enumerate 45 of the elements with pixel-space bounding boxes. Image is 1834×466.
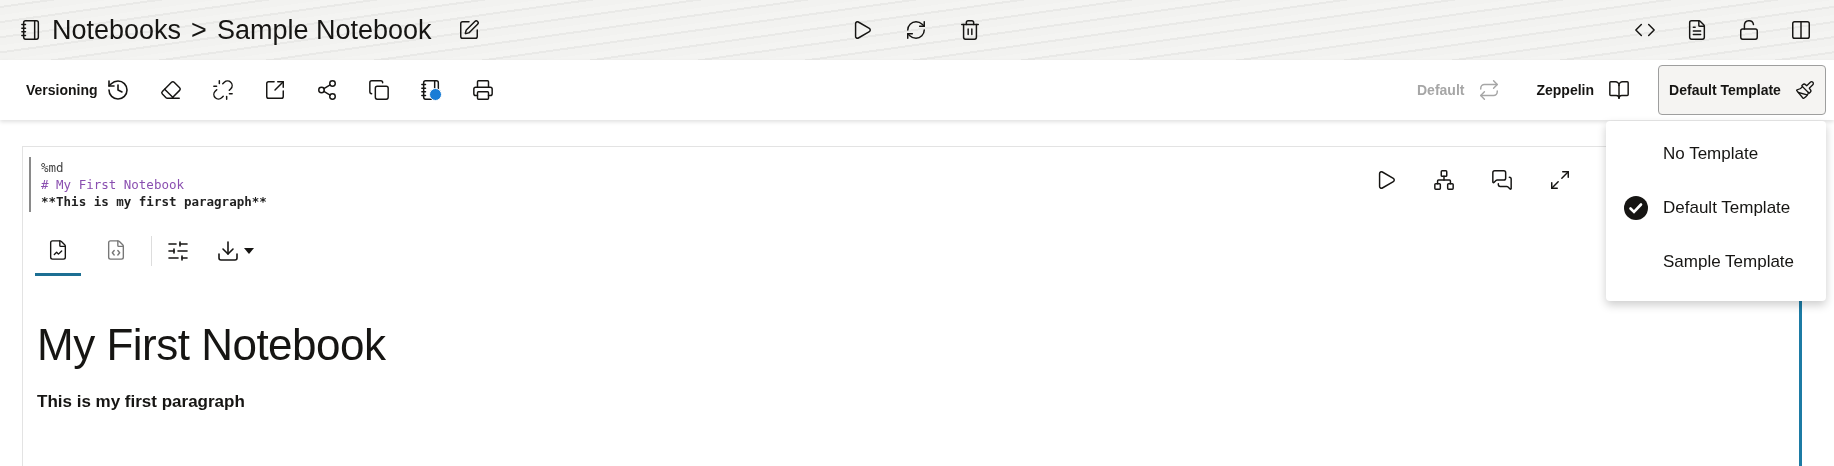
menu-item[interactable]: Sample Template (1606, 235, 1826, 289)
eraser-icon[interactable] (159, 79, 182, 101)
document-icon[interactable] (1686, 19, 1708, 41)
expand-icon[interactable] (1549, 169, 1571, 191)
output-paragraph: This is my first paragraph (37, 392, 246, 412)
notebook-download-icon[interactable] (419, 79, 442, 101)
print-icon[interactable] (471, 79, 494, 101)
code-line: %md (41, 159, 65, 176)
edit-icon[interactable] (457, 19, 480, 41)
chart-file-icon (47, 238, 69, 261)
interpreter-label: Default (1417, 82, 1465, 98)
history-icon[interactable] (105, 78, 130, 102)
check-icon (1624, 196, 1648, 220)
breadcrumb-item[interactable]: Notebooks (52, 14, 182, 46)
settings-icon[interactable] (166, 239, 190, 263)
code-editor[interactable]: %md # My First Notebook **This is my first paragraph** (29, 157, 267, 212)
menu-item-label: No Template (1663, 144, 1759, 164)
copy-icon[interactable] (367, 79, 390, 101)
breadcrumb-item[interactable]: Sample Notebook (216, 14, 432, 46)
code-line: # My First Notebook (41, 176, 185, 193)
comments-icon[interactable] (1491, 169, 1513, 191)
panel-icon[interactable] (1790, 19, 1812, 41)
menu-item-label: Default Template (1663, 198, 1791, 218)
unlock-icon[interactable] (1738, 19, 1760, 41)
switch-icon[interactable] (1478, 79, 1501, 101)
download-icon[interactable] (216, 239, 254, 263)
menu-item-label: Sample Template (1663, 252, 1795, 272)
menu-item[interactable]: No Template (1606, 127, 1826, 181)
refresh-icon[interactable] (905, 19, 927, 41)
code-line: **This is my first paragraph** (41, 193, 267, 210)
paintbrush-icon (1794, 80, 1815, 100)
template-button[interactable]: Default Template (1658, 65, 1826, 115)
breadcrumb-separator: > (191, 14, 207, 46)
zeppelin-label: Zeppelin (1536, 82, 1594, 98)
share-icon[interactable] (315, 79, 338, 101)
book-icon[interactable] (1608, 79, 1630, 101)
menu-item[interactable]: Default Template (1606, 181, 1826, 235)
trash-icon[interactable] (959, 19, 981, 41)
external-link-icon[interactable] (263, 79, 286, 101)
unlink-icon[interactable] (211, 79, 234, 101)
notebook-icon (20, 19, 42, 41)
output-heading: My First Notebook (37, 320, 387, 370)
versioning-label: Versioning (26, 82, 98, 98)
hierarchy-icon[interactable] (1433, 169, 1455, 191)
code-file-icon (105, 238, 127, 261)
